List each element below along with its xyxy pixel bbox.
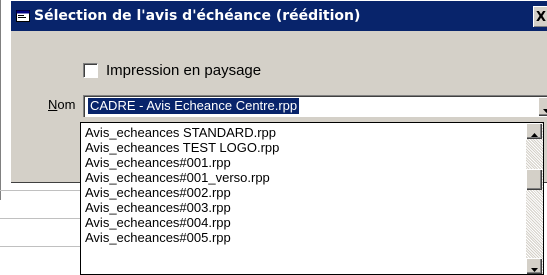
nom-combobox[interactable]: CADRE - Avis Echeance Centre.rpp (83, 95, 547, 117)
list-item[interactable]: Avis_echeances#002.rpp (83, 185, 279, 200)
nom-selected-value[interactable]: CADRE - Avis Echeance Centre.rpp (88, 98, 300, 114)
window-title: Sélection de l'avis d'échéance (rééditio… (34, 8, 361, 24)
list-item[interactable]: Avis_echeances#001.rpp (83, 155, 279, 170)
combo-dropdown-button[interactable] (538, 97, 547, 116)
landscape-checkbox[interactable] (83, 63, 98, 78)
list-item[interactable]: Avis_echeances STANDARD.rpp (83, 125, 279, 140)
title-bar[interactable]: Sélection de l'avis d'échéance (rééditio… (11, 1, 547, 31)
background-edge (0, 0, 1, 200)
dropdown-items: Avis_echeances STANDARD.rpp Avis_echeance… (83, 125, 279, 245)
scroll-thumb[interactable] (526, 169, 542, 190)
background-line (0, 218, 80, 219)
app-window-icon (15, 9, 31, 23)
landscape-label: Impression en paysage (106, 62, 262, 79)
scroll-up-icon (531, 123, 538, 141)
nom-dropdown-list[interactable]: Avis_echeances STANDARD.rpp Avis_echeance… (80, 122, 544, 275)
nom-label: Nom (48, 97, 76, 112)
landscape-option[interactable]: Impression en paysage (83, 62, 261, 79)
list-item[interactable]: Avis_echeances#004.rpp (83, 215, 279, 230)
list-item[interactable]: Avis_echeances#003.rpp (83, 200, 279, 215)
background-line (0, 246, 80, 247)
close-button[interactable]: X (533, 6, 547, 27)
scroll-down-button[interactable] (526, 258, 542, 274)
chevron-down-icon (543, 98, 547, 117)
scroll-up-button[interactable] (526, 123, 542, 139)
background-line (0, 190, 80, 191)
list-item[interactable]: Avis_echeances#001_verso.rpp (83, 170, 279, 185)
list-item[interactable]: Avis_echeances TEST LOGO.rpp (83, 140, 279, 155)
close-icon: X (535, 9, 547, 25)
list-item[interactable]: Avis_echeances#005.rpp (83, 230, 279, 245)
vertical-scrollbar[interactable] (526, 123, 543, 274)
scroll-down-icon (531, 257, 538, 274)
